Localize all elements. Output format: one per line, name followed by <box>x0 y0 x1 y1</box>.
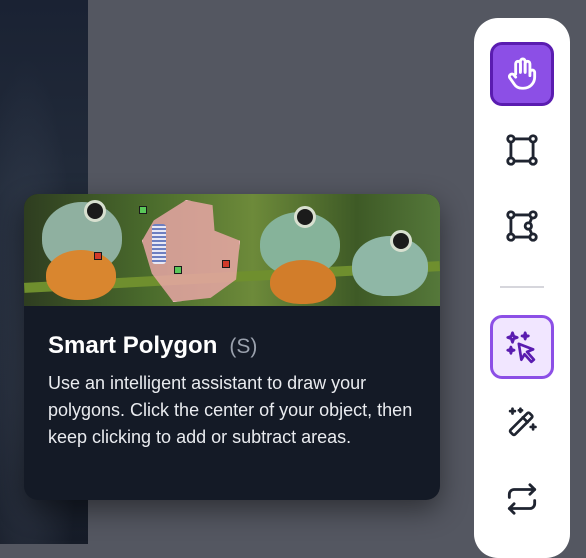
hand-icon <box>508 57 537 90</box>
smart-polygon-icon <box>506 331 536 364</box>
polygon-icon <box>506 210 538 242</box>
annotation-toolbar <box>474 18 570 558</box>
tooltip-description: Use an intelligent assistant to draw you… <box>48 373 413 447</box>
tooltip-heading: Smart Polygon (S) <box>48 332 257 360</box>
smart-polygon-preview-image <box>24 194 440 306</box>
magic-wand-icon <box>508 407 537 437</box>
tool-tooltip: Smart Polygon (S) Use an intelligent ass… <box>24 194 440 500</box>
polygon-tool-button[interactable] <box>490 194 554 258</box>
repeat-icon <box>507 483 537 515</box>
toolbar-divider <box>500 286 544 288</box>
smart-polygon-tool-button[interactable] <box>490 315 554 379</box>
tooltip-title: Smart Polygon <box>48 332 218 359</box>
bounding-box-tool-button[interactable] <box>490 118 554 182</box>
repeat-tool-button[interactable] <box>490 467 554 531</box>
magic-wand-tool-button[interactable] <box>490 391 554 455</box>
bounding-box-icon <box>506 134 538 166</box>
pan-tool-button[interactable] <box>490 42 554 106</box>
tooltip-shortcut: (S) <box>229 335 258 358</box>
